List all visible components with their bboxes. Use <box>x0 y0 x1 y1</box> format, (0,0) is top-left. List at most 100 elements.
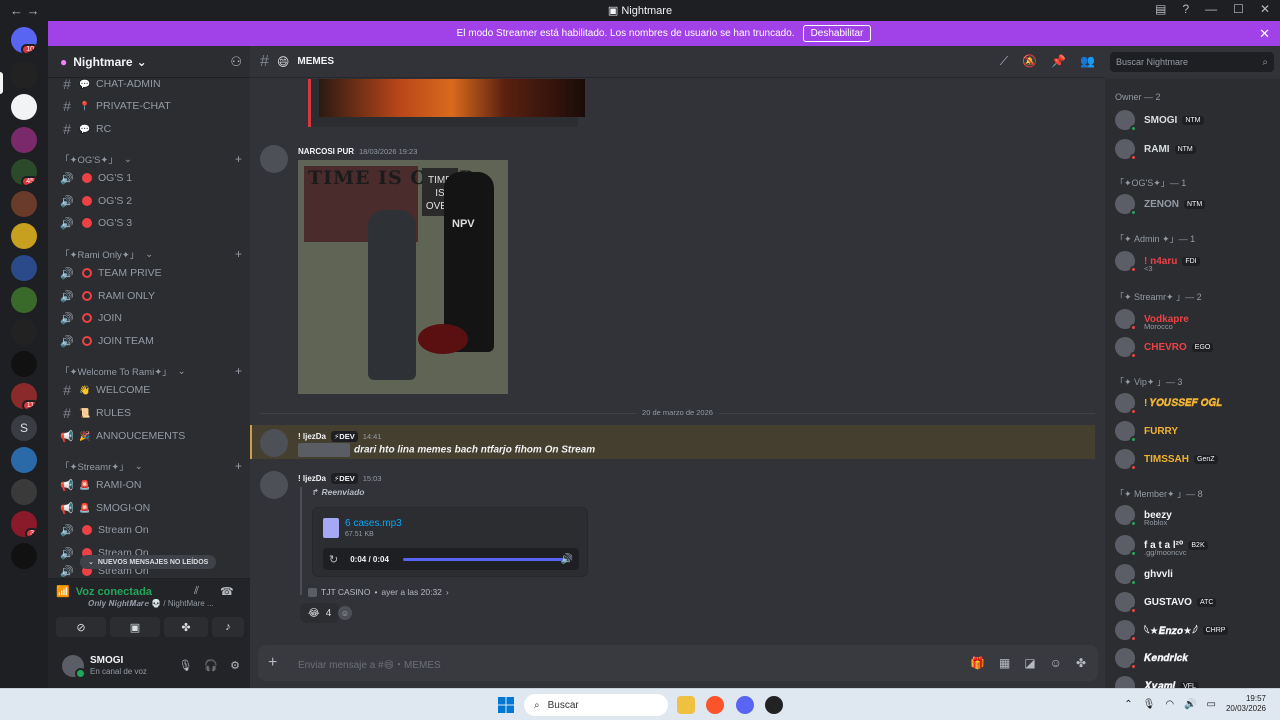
sticker-icon[interactable]: ◪ <box>1024 656 1035 670</box>
server-2[interactable] <box>11 127 37 153</box>
member-item[interactable]: 𝑲𝒆𝒏𝒅𝒓𝒊𝒄𝒌 <box>1115 646 1275 670</box>
voice-channel-ogs2[interactable]: 🔊 OG'S 2 <box>56 191 242 211</box>
server-s[interactable]: S <box>11 415 37 441</box>
voice-stream-on-1[interactable]: 🔊 Stream On <box>56 520 242 540</box>
embed-image[interactable] <box>308 79 585 127</box>
server-11[interactable] <box>11 447 37 473</box>
voice-channel-rami-only[interactable]: 🔊 RAMI ONLY <box>56 286 242 306</box>
member-item[interactable]: CHEVRO EGO <box>1115 335 1275 359</box>
member-item[interactable]: TIMSSAH GenZ <box>1115 447 1275 471</box>
home-icon[interactable]: 10 <box>11 27 37 53</box>
voice-channel-join[interactable]: 🔊 JOIN <box>56 308 242 328</box>
server-12[interactable] <box>11 479 37 505</box>
microphone-icon[interactable]: 🎙 <box>1143 699 1156 710</box>
redacted-mention[interactable] <box>298 443 350 457</box>
maximize-icon[interactable]: ☐ <box>1233 2 1244 16</box>
attach-plus-icon[interactable]: + <box>268 654 288 672</box>
channel-smogi-on[interactable]: 📢 🚨 SMOGI-ON <box>56 498 242 518</box>
member-item[interactable]: ! n4aru FDI <3 <box>1115 249 1275 273</box>
close-banner-icon[interactable]: ✕ <box>1259 26 1270 42</box>
activities-button[interactable]: ✤ <box>164 617 208 637</box>
author-name[interactable]: ! ljezDa <box>298 432 326 441</box>
taskbar-search[interactable]: ⌕ Buscar <box>524 694 668 716</box>
reaction-laugh[interactable]: 😂 4 <box>300 603 340 623</box>
member-item[interactable]: Vodkapre Morocco <box>1115 307 1275 331</box>
channel-rami-on[interactable]: 📢 🚨 RAMI-ON <box>56 475 242 495</box>
member-item[interactable]: ghvvli <box>1115 562 1275 586</box>
file-explorer-icon[interactable] <box>677 696 695 714</box>
add-channel-icon[interactable]: + <box>235 364 242 378</box>
member-item[interactable]: ! 𝒀𝑶𝑼𝑺𝑺𝑬𝑭 𝑶𝑮𝑳 <box>1115 391 1275 415</box>
microphone-icon[interactable]: 🎙 <box>178 659 192 672</box>
audio-progress-bar[interactable] <box>403 558 565 561</box>
voice-channel-ogs3[interactable]: 🔊 OG'S 3 <box>56 213 242 233</box>
gear-icon[interactable]: ⚙ <box>230 659 240 672</box>
gift-icon[interactable]: 🎁 <box>970 656 985 670</box>
pin-icon[interactable]: 📌 <box>1051 54 1066 69</box>
notifications-icon[interactable]: 🔕 <box>1022 54 1037 69</box>
channel-rc[interactable]: # 💬 RC <box>56 119 242 139</box>
volume-icon[interactable]: 🔊 <box>561 554 573 565</box>
author-name[interactable]: NARCOSI PUR <box>298 147 354 156</box>
noise-suppression-icon[interactable]: ⫽ <box>194 585 199 598</box>
member-list-icon[interactable]: 👥 <box>1080 54 1095 69</box>
app-icon[interactable] <box>765 696 783 714</box>
server-14[interactable] <box>11 543 37 569</box>
member-item[interactable]: SMOGI NTM <box>1115 108 1275 132</box>
brave-browser-icon[interactable] <box>706 696 724 714</box>
voice-channel-ogs1[interactable]: 🔊 OG'S 1 <box>56 168 242 188</box>
member-item[interactable]: 𝑿𝒚𝒂𝒎𝒊 VFL <box>1115 674 1275 688</box>
voice-channel-name[interactable]: 𝑶𝒏𝒍𝒚 𝑵𝒊𝒈𝒉𝒕𝑴𝒂𝒓𝒆 💀 / NightMare ... <box>88 599 214 609</box>
author-name[interactable]: ! ljezDa <box>298 474 326 483</box>
message-composer[interactable]: + Enviar mensaje a #😄・MEMES 🎁 ▦ ◪ ☺ ✤ <box>258 645 1098 681</box>
member-item[interactable]: beezy Roblox <box>1115 503 1275 527</box>
soundboard-button[interactable]: ♪ <box>212 617 244 637</box>
voice-channel-team-prive[interactable]: 🔊 TEAM PRIVE <box>56 263 242 283</box>
headphones-icon[interactable]: 🎧 <box>204 659 218 672</box>
server-7[interactable] <box>11 287 37 313</box>
add-channel-icon[interactable]: + <box>235 152 242 166</box>
server-8[interactable] <box>11 319 37 345</box>
attachment-image[interactable]: TIME IS OVER TIME IS OVER NPV <box>298 160 508 394</box>
member-item[interactable]: RAMI NTM <box>1115 137 1275 161</box>
server-nightmare[interactable] <box>11 62 37 88</box>
add-channel-icon[interactable]: + <box>235 459 242 473</box>
server-13[interactable]: 3 <box>11 511 37 537</box>
category-streamr[interactable]: 「✦Streamr✦」 ⌄ + <box>60 458 242 474</box>
channel-chat-admin[interactable]: # 💬 CHAT-ADMIN <box>56 74 242 94</box>
category-ogs[interactable]: 「✦OG'S✦」 ⌄ + <box>60 151 242 167</box>
add-channel-icon[interactable]: + <box>235 247 242 261</box>
server-10[interactable]: 11 <box>11 383 37 409</box>
server-5[interactable] <box>11 223 37 249</box>
channel-rules[interactable]: # 📜 RULES <box>56 403 242 423</box>
inbox-icon[interactable]: ▤ <box>1155 2 1166 16</box>
clock[interactable]: 19:57 20/03/2026 <box>1226 694 1266 714</box>
server-3[interactable]: 45 <box>11 159 37 185</box>
screen-share-button[interactable]: ▣ <box>110 617 160 637</box>
unread-messages-pill[interactable]: ⌄ NUEVOS MENSAJES NO LEÍDOS <box>80 555 217 569</box>
member-item[interactable]: 𓆩★𝑬𝒏𝒛𝒐★𓆪 CHRP <box>1115 618 1275 642</box>
category-welcome[interactable]: 「✦Welcome To Rami✦」 ⌄ + <box>60 363 242 379</box>
tray-chevron-icon[interactable]: ⌃ <box>1124 699 1132 710</box>
member-item[interactable]: GUSTAVO ATC <box>1115 590 1275 614</box>
channel-welcome[interactable]: # 👋 WELCOME <box>56 380 242 400</box>
speaker-icon[interactable]: 🔊 <box>1184 699 1196 710</box>
wifi-icon[interactable]: ◠ <box>1165 699 1174 710</box>
channel-private-chat[interactable]: # 📍 PRIVATE-CHAT <box>56 96 242 116</box>
server-6[interactable] <box>11 255 37 281</box>
add-member-icon[interactable]: ⚇ <box>230 54 242 70</box>
avatar[interactable] <box>260 471 288 499</box>
avatar[interactable] <box>260 429 288 457</box>
add-reaction-icon[interactable]: ☺ <box>338 606 352 620</box>
apps-icon[interactable]: ✤ <box>1076 656 1086 670</box>
server-stake[interactable] <box>11 94 37 120</box>
member-item[interactable]: FURRY <box>1115 419 1275 443</box>
avatar[interactable] <box>62 654 86 679</box>
camera-off-button[interactable]: ⊘ <box>56 617 106 637</box>
close-window-icon[interactable]: ✕ <box>1260 2 1270 16</box>
help-icon[interactable]: ? <box>1182 2 1189 16</box>
replay-icon[interactable]: ↻ <box>329 553 338 566</box>
voice-channel-join-team[interactable]: 🔊 JOIN TEAM <box>56 331 242 351</box>
disconnect-icon[interactable]: ☎ <box>220 585 234 598</box>
disable-streamer-button[interactable]: Deshabilitar <box>802 25 872 42</box>
